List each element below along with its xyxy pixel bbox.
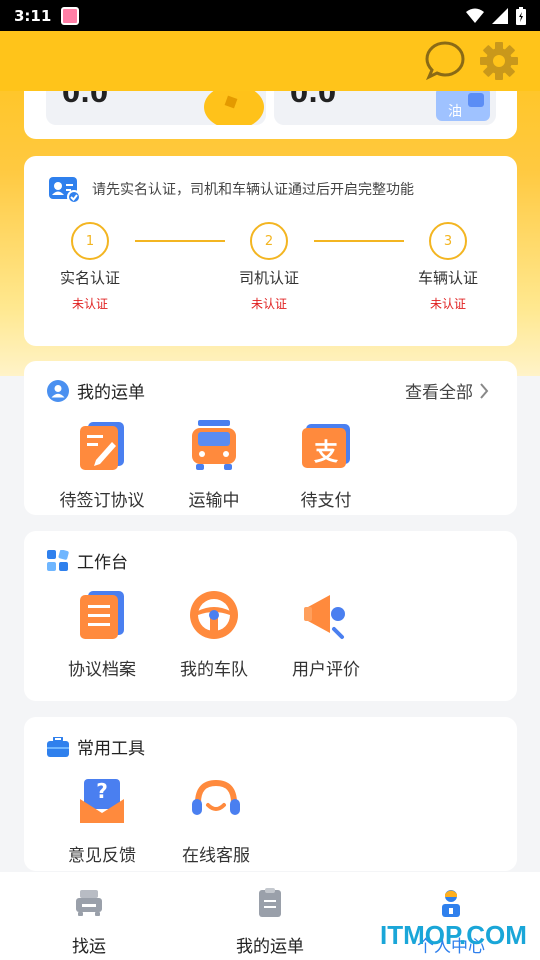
user-avatar-icon [47, 379, 69, 402]
truck-icon [192, 420, 236, 470]
step-label: 实名认证 [59, 269, 120, 287]
order-item-label: 待签订协议 [59, 491, 145, 511]
step-number: 2 [250, 222, 288, 260]
step-connector [314, 240, 404, 242]
person-tab-icon [442, 890, 460, 917]
common-tools-card: 常用工具 ? 意见反馈 在线客服 [24, 717, 517, 871]
balance-tile[interactable]: 0.0 [46, 91, 266, 125]
workbench-item-label: 我的车队 [180, 660, 248, 680]
step-status: 未认证 [429, 297, 466, 311]
tools-header: 常用工具 [47, 734, 145, 759]
tool-item-label: 在线客服 [182, 846, 250, 866]
watermark-text: ITMOP.COM [380, 920, 527, 950]
workbench-title: 工作台 [77, 553, 128, 573]
battery-icon [516, 6, 526, 25]
feedback-glyph: ? [96, 779, 108, 803]
step-label: 司机认证 [238, 269, 299, 287]
system-icons [466, 6, 526, 25]
clock: 3:11 [14, 6, 52, 25]
workbench-header: 工作台 [47, 548, 128, 573]
signal-icon [492, 7, 508, 24]
fuel-tag: 油 [448, 104, 462, 120]
step-status: 未认证 [71, 297, 108, 311]
settings-gear-icon[interactable] [478, 40, 520, 82]
step-number: 1 [71, 222, 109, 260]
step-driver[interactable]: 2 司机认证 未认证 [219, 222, 319, 312]
certification-notice: 请先实名认证，司机和车辆认证通过后开启完整功能 [48, 175, 414, 203]
workbench-agreement-archive[interactable]: 协议档案 [47, 589, 157, 680]
view-all-label: 查看全部 [405, 383, 473, 403]
step-connector [135, 240, 225, 242]
tab-my-orders[interactable]: 我的运单 [210, 888, 330, 957]
fuel-card-icon [436, 91, 490, 121]
tab-label: 我的运单 [236, 937, 304, 957]
certification-card: 请先实名认证，司机和车辆认证通过后开启完整功能 1 实名认证 未认证 2 司机认… [24, 156, 517, 346]
toolbox-icon [47, 736, 69, 757]
truck-tab-icon [76, 890, 102, 916]
tool-feedback[interactable]: ? 意见反馈 [47, 775, 157, 866]
headset-icon [192, 779, 240, 815]
step-status: 未认证 [250, 297, 287, 311]
chevron-right-icon [480, 382, 489, 399]
tool-item-label: 意见反馈 [68, 846, 136, 866]
orders-title: 我的运单 [77, 383, 145, 403]
fuel-tile[interactable]: 0.0 油 [274, 91, 496, 125]
orders-header: 我的运单 [47, 378, 145, 403]
status-bar: 3:11 [0, 0, 540, 31]
order-in-transit[interactable]: 运输中 [159, 420, 269, 511]
order-item-label: 运输中 [188, 491, 240, 511]
workbench-item-label: 用户评价 [292, 660, 360, 680]
payment-glyph: 支 [314, 438, 338, 466]
grid-apps-icon [47, 549, 69, 571]
steering-wheel-icon [190, 591, 238, 639]
step-label: 车辆认证 [417, 269, 478, 287]
tool-online-service[interactable]: 在线客服 [161, 775, 271, 866]
view-all-link[interactable]: 查看全部 [405, 378, 489, 403]
fuel-value: 0.0 [290, 91, 337, 109]
notification-app-icon [61, 6, 80, 25]
tools-title: 常用工具 [77, 739, 145, 759]
my-orders-card: 我的运单 查看全部 待签订协议 运输中 支 待支付 [24, 361, 517, 515]
clipboard-tab-icon [259, 888, 281, 917]
top-header [0, 31, 540, 91]
order-pending-payment[interactable]: 支 待支付 [271, 420, 381, 511]
tab-find-cargo[interactable]: 找运 [29, 888, 149, 957]
archive-icon [80, 591, 124, 639]
id-card-icon [49, 177, 80, 203]
certification-notice-text: 请先实名认证，司机和车辆认证通过后开启完整功能 [92, 182, 414, 198]
workbench-user-reviews[interactable]: 用户评价 [271, 589, 381, 680]
document-edit-icon [80, 422, 124, 470]
balance-value: 0.0 [62, 91, 109, 109]
order-item-label: 待支付 [300, 491, 352, 511]
message-icon[interactable] [424, 40, 466, 82]
wifi-icon [466, 8, 484, 23]
workbench-my-fleet[interactable]: 我的车队 [159, 589, 269, 680]
workbench-item-label: 协议档案 [68, 660, 136, 680]
order-pending-agreement[interactable]: 待签订协议 [47, 420, 157, 511]
tab-label: 找运 [72, 937, 106, 957]
coins-icon [204, 91, 264, 125]
megaphone-icon [304, 595, 345, 639]
step-vehicle[interactable]: 3 车辆认证 未认证 [398, 222, 498, 312]
step-number: 3 [429, 222, 467, 260]
wallet-card: 0.0 0.0 油 [24, 91, 517, 139]
step-real-name[interactable]: 1 实名认证 未认证 [40, 222, 140, 312]
workbench-card: 工作台 协议档案 我的车队 用户评价 [24, 531, 517, 701]
